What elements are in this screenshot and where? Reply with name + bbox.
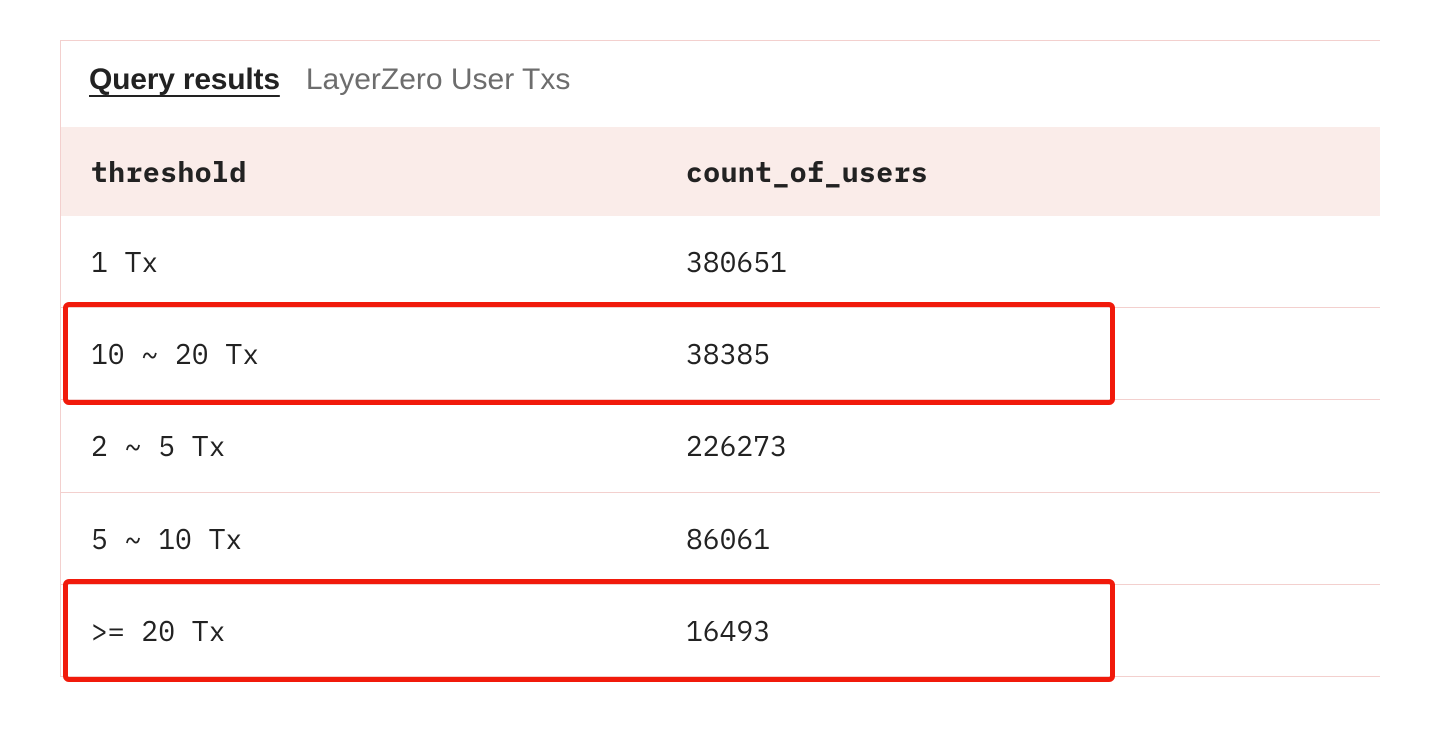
cell-threshold: 10 ~ 20 Tx [91, 334, 686, 373]
cell-threshold: 1 Tx [91, 242, 686, 281]
query-results-panel: Query results LayerZero User Txs thresho… [60, 40, 1380, 677]
results-table: threshold count_of_users 1 Tx 380651 10 … [61, 127, 1380, 677]
cell-count: 38385 [686, 334, 1350, 373]
column-header-threshold[interactable]: threshold [91, 153, 686, 190]
cell-count: 226273 [686, 426, 1350, 465]
table-row: 2 ~ 5 Tx 226273 [61, 400, 1380, 492]
cell-threshold: 5 ~ 10 Tx [91, 519, 686, 558]
table-row: 5 ~ 10 Tx 86061 [61, 493, 1380, 585]
panel-header: Query results LayerZero User Txs [61, 41, 1380, 127]
cell-threshold: 2 ~ 5 Tx [91, 426, 686, 465]
cell-count: 86061 [686, 519, 1350, 558]
cell-threshold: >= 20 Tx [91, 611, 686, 650]
table-row: 10 ~ 20 Tx 38385 [61, 308, 1380, 400]
column-header-count[interactable]: count_of_users [686, 153, 1350, 190]
page-subtitle: LayerZero User Txs [306, 63, 571, 97]
table-row: 1 Tx 380651 [61, 216, 1380, 308]
cell-count: 16493 [686, 611, 1350, 650]
table-header-row: threshold count_of_users [61, 127, 1380, 216]
page-title[interactable]: Query results [89, 63, 280, 97]
table-row: >= 20 Tx 16493 [61, 585, 1380, 677]
cell-count: 380651 [686, 242, 1350, 281]
